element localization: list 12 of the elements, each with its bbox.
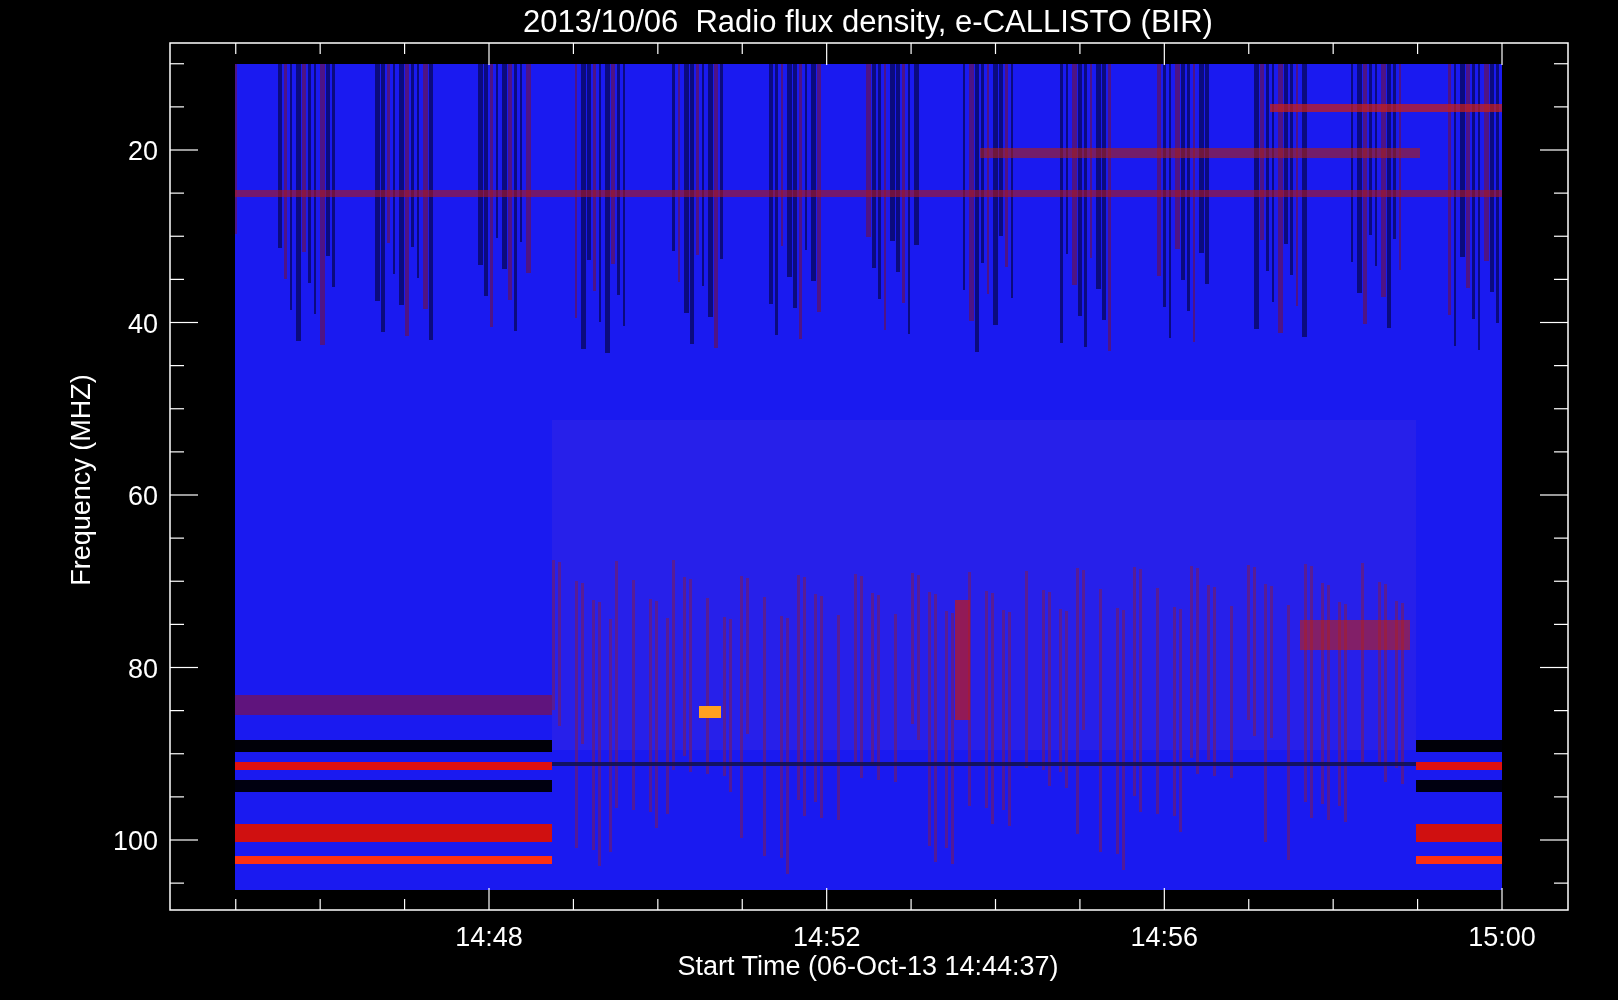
x-axis-title: Start Time (06-Oct-13 14:44:37) — [677, 951, 1059, 981]
y-axis-title: Frequency (MHZ) — [66, 374, 96, 586]
x-tick-label: 14:52 — [792, 922, 861, 952]
x-tick-label: 14:48 — [455, 922, 523, 952]
chart-title: 2013/10/06 Radio flux density, e-CALLISTO (BIR) — [523, 4, 1213, 39]
y-tick-label: 40 — [127, 308, 158, 339]
y-tick-label: 20 — [127, 136, 158, 166]
y-tick-label: 60 — [127, 481, 158, 511]
x-tick-label: 15:00 — [1468, 922, 1536, 952]
y-tick-label: 80 — [127, 653, 158, 684]
y-tick-label: 100 — [112, 826, 158, 856]
x-tick-label: 14:56 — [1130, 922, 1199, 952]
